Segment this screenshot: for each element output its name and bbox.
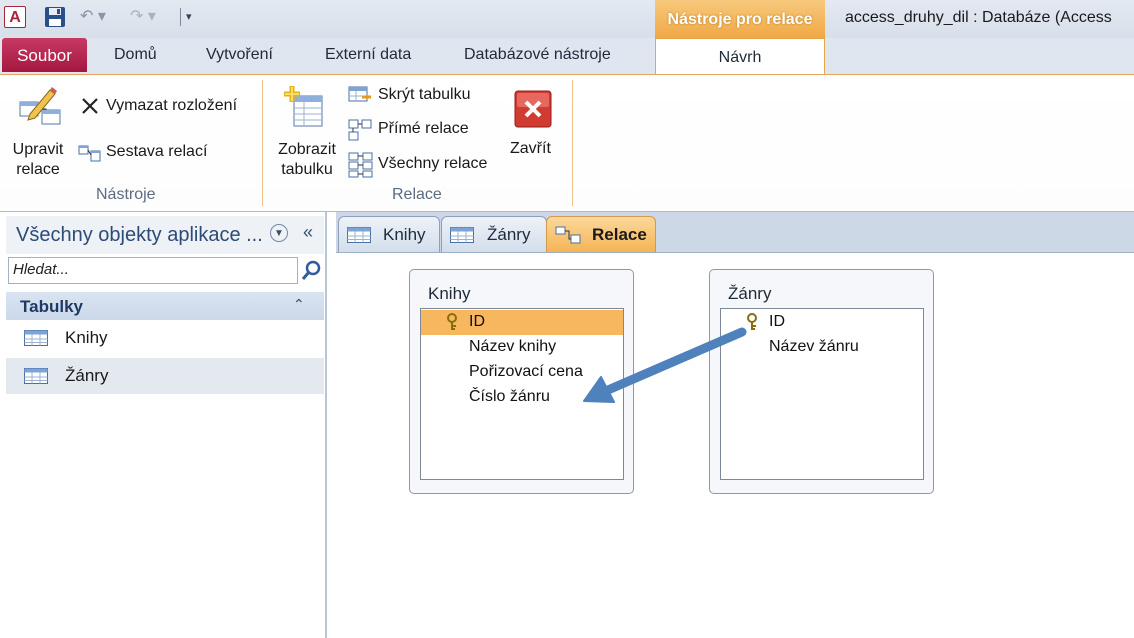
table-window-zanry[interactable]: Žánry ID Název žánru (709, 269, 934, 494)
doc-tab-label: Žánry (487, 225, 531, 244)
ribbon-group-separator (262, 80, 263, 206)
field-name: Název žánru (769, 338, 859, 355)
doc-tab-zanry[interactable]: Žánry (441, 216, 547, 252)
tab-file[interactable]: Soubor (2, 38, 87, 72)
save-icon[interactable] (44, 6, 66, 28)
table-window-knihy[interactable]: Knihy ID Název knihy Pořizovací cena Čís… (409, 269, 634, 494)
show-table-icon[interactable] (282, 84, 328, 135)
edit-relations-label-line1: Upravit (12, 141, 64, 158)
show-table-label-line1: Zobrazit (278, 141, 336, 158)
field-row[interactable]: Název knihy (421, 335, 623, 360)
table-icon (450, 227, 474, 248)
table-window-title[interactable]: Žánry (728, 284, 771, 304)
tab-database-tools[interactable]: Databázové nástroje (464, 46, 611, 64)
access-app-icon[interactable]: A (4, 6, 26, 28)
customize-quick-access-icon[interactable]: ▾ (186, 6, 198, 28)
nav-item-zanry[interactable]: Žánry (6, 358, 324, 394)
nav-pane-title[interactable]: Všechny objekty aplikace ... (16, 224, 263, 247)
field-list[interactable]: ID Název knihy Pořizovací cena Číslo žán… (420, 308, 624, 480)
tab-external-data[interactable]: Externí data (325, 46, 411, 64)
relation-report-icon[interactable] (78, 143, 102, 168)
context-tools-label: Nástroje pro relace (655, 0, 825, 38)
field-name: Pořizovací cena (469, 363, 583, 380)
field-row[interactable]: Pořizovací cena (421, 360, 623, 385)
all-relations-button[interactable]: Všechny relace (378, 155, 487, 173)
relation-report-button[interactable]: Sestava relací (106, 143, 207, 161)
key-icon (745, 313, 759, 336)
doc-tab-label: Knihy (383, 225, 426, 244)
chevron-down-icon[interactable]: ▼ (270, 224, 288, 242)
field-name: Číslo žánru (469, 388, 550, 405)
close-icon[interactable] (514, 90, 552, 133)
doc-tab-relace[interactable]: Relace (546, 216, 656, 252)
table-icon (24, 330, 48, 351)
ribbon-group-tools-label: Nástroje (96, 186, 156, 203)
show-table-label-line2: tabulku (281, 161, 333, 178)
nav-item-label: Knihy (65, 328, 108, 347)
edit-relations-button[interactable]: Upravit relace (8, 140, 68, 180)
field-row-id[interactable]: ID (721, 310, 923, 335)
field-name: ID (769, 313, 785, 330)
collapse-pane-icon[interactable]: « (303, 222, 313, 243)
close-button[interactable]: Zavřít (510, 140, 551, 158)
key-icon (445, 313, 459, 336)
doc-tab-knihy[interactable]: Knihy (338, 216, 440, 252)
table-icon (347, 227, 371, 248)
tab-design[interactable]: Návrh (655, 38, 825, 76)
search-input[interactable]: Hledat... (8, 257, 298, 284)
window-title: access_druhy_dil : Databáze (Access (845, 9, 1112, 26)
direct-relations-button[interactable]: Přímé relace (378, 120, 469, 138)
ribbon-group-separator (572, 80, 573, 206)
nav-item-label: Žánry (65, 366, 109, 385)
field-row[interactable]: Číslo žánru (421, 385, 623, 410)
all-relations-icon[interactable] (348, 152, 374, 183)
tab-home[interactable]: Domů (114, 46, 157, 64)
relationships-icon (555, 226, 581, 249)
field-name: ID (469, 313, 485, 330)
field-list[interactable]: ID Název žánru (720, 308, 924, 480)
undo-icon[interactable]: ↶ ▾ (80, 6, 114, 28)
quick-access-separator (180, 8, 181, 26)
nav-group-title: Tabulky (20, 297, 83, 316)
redo-icon[interactable]: ↷ ▾ (130, 6, 164, 28)
nav-item-knihy[interactable]: Knihy (6, 320, 324, 356)
show-table-button[interactable]: Zobrazit tabulku (270, 140, 344, 180)
edit-relations-label-line2: relace (16, 161, 60, 178)
tab-create[interactable]: Vytvoření (206, 46, 273, 64)
field-row-id[interactable]: ID (421, 310, 623, 335)
doc-tab-label: Relace (592, 225, 647, 244)
table-icon (24, 368, 48, 389)
table-window-title[interactable]: Knihy (428, 284, 471, 304)
clear-layout-button[interactable]: Vymazat rozložení (106, 97, 237, 115)
ribbon-group-relations-label: Relace (392, 186, 442, 203)
field-row[interactable]: Název žánru (721, 335, 923, 360)
edit-relations-icon[interactable] (16, 84, 62, 135)
search-icon[interactable] (300, 259, 324, 283)
field-name: Název knihy (469, 338, 557, 355)
hide-table-icon[interactable] (348, 85, 372, 110)
hide-table-button[interactable]: Skrýt tabulku (378, 86, 470, 104)
ribbon-accent-line (825, 74, 1134, 75)
direct-relations-icon[interactable] (348, 118, 372, 147)
clear-layout-icon[interactable] (80, 96, 100, 121)
chevron-up-icon[interactable]: ⌃ (293, 296, 305, 313)
